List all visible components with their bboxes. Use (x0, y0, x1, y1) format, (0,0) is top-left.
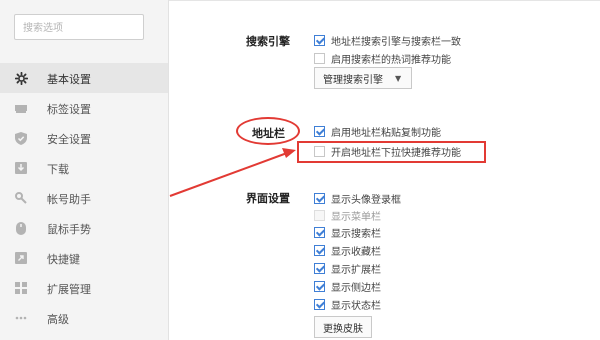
sidebar: 基本设置 标签设置 安全设置 下载 帐号助手 (0, 0, 169, 340)
option-status-bar[interactable]: 显示状态栏 (314, 296, 381, 312)
checkbox[interactable] (314, 125, 325, 137)
option-extension-bar[interactable]: 显示扩展栏 (314, 260, 381, 276)
sidebar-item-mouse-gesture[interactable]: 鼠标手势 (0, 213, 168, 243)
sidebar-item-label: 高级 (47, 313, 69, 326)
annotation-ellipse (236, 117, 300, 145)
option-label: 显示状态栏 (331, 300, 381, 312)
top-divider (169, 0, 600, 1)
tab-icon (14, 101, 28, 115)
more-icon (14, 311, 28, 325)
option-label: 显示头像登录框 (331, 194, 401, 206)
checkbox[interactable] (314, 52, 325, 64)
option-label: 显示搜索栏 (331, 228, 381, 240)
section-title-interface: 界面设置 (246, 192, 290, 205)
search-input[interactable] (21, 16, 145, 40)
checkbox[interactable] (314, 209, 325, 221)
mouse-icon (14, 221, 28, 235)
button-label: 管理搜索引擎 (323, 74, 383, 86)
shortcut-icon (14, 251, 28, 265)
settings-content: 搜索引擎 地址栏搜索引擎与搜索栏一致 启用搜索栏的热词推荐功能 管理搜索引擎 ▼… (169, 0, 600, 340)
option-label: 显示扩展栏 (331, 264, 381, 276)
option-hot-words[interactable]: 启用搜索栏的热词推荐功能 (314, 50, 451, 66)
sidebar-item-label: 基本设置 (47, 73, 91, 86)
option-label: 显示侧边栏 (331, 282, 381, 294)
sidebar-item-label: 快捷键 (47, 253, 80, 266)
sidebar-item-label: 标签设置 (47, 103, 91, 116)
option-avatar-login[interactable]: 显示头像登录框 (314, 190, 401, 206)
shield-icon (14, 131, 28, 145)
sidebar-item-label: 鼠标手势 (47, 223, 91, 236)
sidebar-item-shortcuts[interactable]: 快捷键 (0, 243, 168, 273)
section-title-search-engine: 搜索引擎 (246, 35, 290, 48)
option-addressbar-search-engine[interactable]: 地址栏搜索引擎与搜索栏一致 (314, 32, 461, 48)
checkbox[interactable] (314, 34, 325, 46)
checkbox[interactable] (314, 262, 325, 274)
sidebar-item-basic[interactable]: 基本设置 (0, 63, 168, 93)
sidebar-item-security[interactable]: 安全设置 (0, 123, 168, 153)
annotation-highlight-box (297, 141, 486, 163)
checkbox[interactable] (314, 192, 325, 204)
option-menu-bar[interactable]: 显示菜单栏 (314, 207, 381, 223)
manage-search-engine-button[interactable]: 管理搜索引擎 ▼ (314, 67, 413, 89)
download-icon (14, 161, 28, 175)
change-skin-button[interactable]: 更换皮肤 (314, 316, 372, 338)
extensions-icon (14, 281, 28, 295)
checkbox[interactable] (314, 298, 325, 310)
sidebar-item-label: 下载 (47, 163, 69, 176)
option-label: 显示收藏栏 (331, 246, 381, 258)
search-box[interactable] (14, 14, 145, 40)
checkbox[interactable] (314, 280, 325, 292)
sidebar-nav: 基本设置 标签设置 安全设置 下载 帐号助手 鼠标手势 快捷键 扩展管理 高级 (0, 63, 168, 333)
sidebar-item-label: 安全设置 (47, 133, 91, 146)
option-paste-copy[interactable]: 启用地址栏粘贴复制功能 (314, 123, 441, 139)
option-sidebar[interactable]: 显示侧边栏 (314, 278, 381, 294)
sidebar-item-label: 帐号助手 (47, 193, 91, 206)
option-label: 显示菜单栏 (331, 211, 381, 223)
option-favorites-bar[interactable]: 显示收藏栏 (314, 242, 381, 258)
checkbox[interactable] (314, 244, 325, 256)
sidebar-item-tabs[interactable]: 标签设置 (0, 93, 168, 123)
option-label: 地址栏搜索引擎与搜索栏一致 (331, 36, 461, 48)
checkbox[interactable] (314, 226, 325, 238)
button-label: 更换皮肤 (323, 323, 363, 335)
sidebar-item-extensions[interactable]: 扩展管理 (0, 273, 168, 303)
sidebar-item-download[interactable]: 下载 (0, 153, 168, 183)
caret-down-icon: ▼ (395, 73, 402, 83)
gear-icon (14, 71, 28, 85)
option-label: 启用搜索栏的热词推荐功能 (331, 54, 451, 66)
sidebar-item-account[interactable]: 帐号助手 (0, 183, 168, 213)
option-search-bar[interactable]: 显示搜索栏 (314, 224, 381, 240)
sidebar-item-advanced[interactable]: 高级 (0, 303, 168, 333)
sidebar-item-label: 扩展管理 (47, 283, 91, 296)
key-icon (14, 191, 28, 205)
option-label: 启用地址栏粘贴复制功能 (331, 127, 441, 139)
